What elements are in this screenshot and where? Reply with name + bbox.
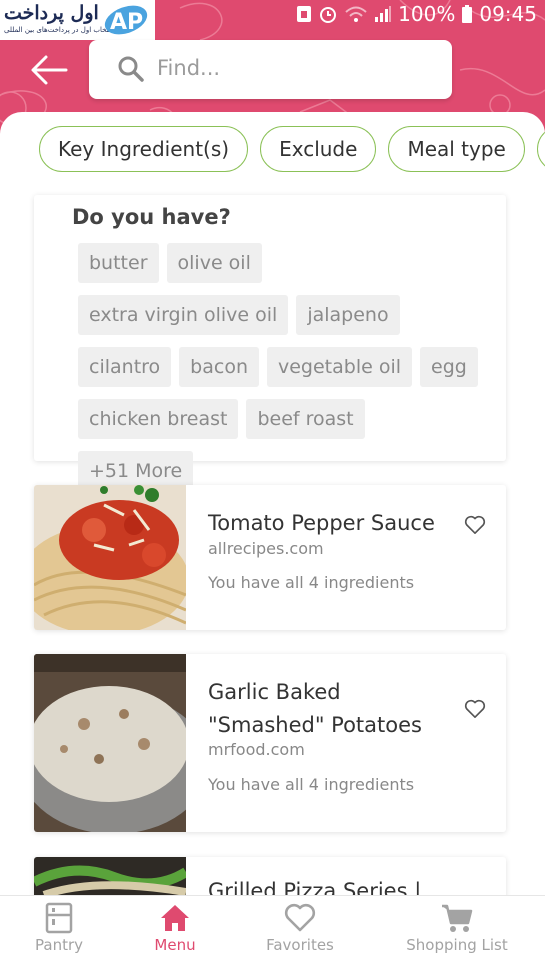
favorite-heart-icon[interactable] xyxy=(464,699,486,719)
nav-favorites-label: Favorites xyxy=(266,936,334,954)
filter-chips: Key Ingredient(s)ExcludeMeal typeM xyxy=(39,126,545,172)
recipe-card[interactable]: Tomato Pepper Sauce allrecipes.com You h… xyxy=(34,485,506,630)
wifi-icon xyxy=(345,6,367,22)
search-placeholder: Find... xyxy=(157,56,221,80)
chip-more-filter[interactable]: M xyxy=(536,126,545,172)
ingredient-tag[interactable]: cilantro xyxy=(78,347,172,387)
nav-menu[interactable]: Menu xyxy=(148,902,202,954)
svg-text:AP: AP xyxy=(110,10,143,35)
recipe-image xyxy=(34,654,186,832)
bottom-navigation: Pantry Menu Favorites Shopping List xyxy=(0,895,545,962)
nav-menu-label: Menu xyxy=(154,936,196,954)
nav-shopping-list[interactable]: Shopping List xyxy=(402,902,512,954)
recipe-ingredient-status: You have all 4 ingredients xyxy=(208,573,415,592)
do-you-have-card: Do you have? butter olive oil extra virgin… xyxy=(34,195,506,491)
pantry-icon xyxy=(45,902,73,934)
home-icon xyxy=(161,905,189,931)
recipe-title[interactable]: Tomato Pepper Sauce xyxy=(208,507,448,540)
search-icon xyxy=(118,56,144,82)
alarm-icon xyxy=(320,7,337,23)
battery-icon xyxy=(462,5,473,23)
ingredient-tag[interactable]: olive oil xyxy=(166,243,262,283)
do-you-have-title: Do you have? xyxy=(72,205,231,229)
ingredient-tag[interactable]: chicken breast xyxy=(78,399,239,439)
nav-pantry-label: Pantry xyxy=(35,936,83,954)
chip-exclude[interactable]: Exclude xyxy=(260,126,377,172)
sim-icon xyxy=(297,6,312,22)
signal-icon xyxy=(375,6,392,22)
ingredient-tags: butter olive oil extra virgin olive oil jal… xyxy=(78,243,488,503)
clock: 09:45 xyxy=(479,2,537,26)
nav-favorites[interactable]: Favorites xyxy=(263,902,337,954)
battery-level: 100% xyxy=(398,2,456,26)
recipe-ingredient-status: You have all 4 ingredients xyxy=(208,775,415,794)
heart-icon xyxy=(284,903,316,932)
ingredient-tag[interactable]: bacon xyxy=(179,347,259,387)
content-sheet: Key Ingredient(s)ExcludeMeal typeM Do yo… xyxy=(0,112,545,961)
cart-icon xyxy=(442,904,473,932)
search-input[interactable]: Find... xyxy=(89,40,452,99)
brand-logo-mark: AP xyxy=(104,5,148,35)
chip-meal-type[interactable]: Meal type xyxy=(388,126,525,172)
back-arrow-icon[interactable] xyxy=(28,52,70,88)
chip-key-ingredients[interactable]: Key Ingredient(s) xyxy=(39,126,249,172)
recipe-card[interactable]: Garlic Baked "Smashed" Potatoes mrfood.c… xyxy=(34,654,506,832)
recipe-source: allrecipes.com xyxy=(208,539,324,558)
nav-pantry[interactable]: Pantry xyxy=(30,902,88,954)
ingredient-tag[interactable]: egg xyxy=(420,347,478,387)
ingredient-tag[interactable]: jalapeno xyxy=(296,295,400,335)
ingredient-tag[interactable]: beef roast xyxy=(246,399,365,439)
recipe-source: mrfood.com xyxy=(208,740,305,759)
ingredient-tag[interactable]: vegetable oil xyxy=(267,347,413,387)
favorite-heart-icon[interactable] xyxy=(464,515,486,535)
ingredient-tag[interactable]: extra virgin olive oil xyxy=(78,295,289,335)
brand-logo: اول پرداخت انتخاب اول در پرداخت‌های بین … xyxy=(0,0,155,40)
brand-logo-text: اول پرداخت xyxy=(4,2,99,24)
recipe-title[interactable]: Garlic Baked "Smashed" Potatoes xyxy=(208,676,448,742)
nav-shopping-list-label: Shopping List xyxy=(406,936,508,954)
ingredient-tag[interactable]: butter xyxy=(78,243,159,283)
recipe-image xyxy=(34,485,186,630)
status-bar: 100% 09:45 xyxy=(296,0,537,28)
